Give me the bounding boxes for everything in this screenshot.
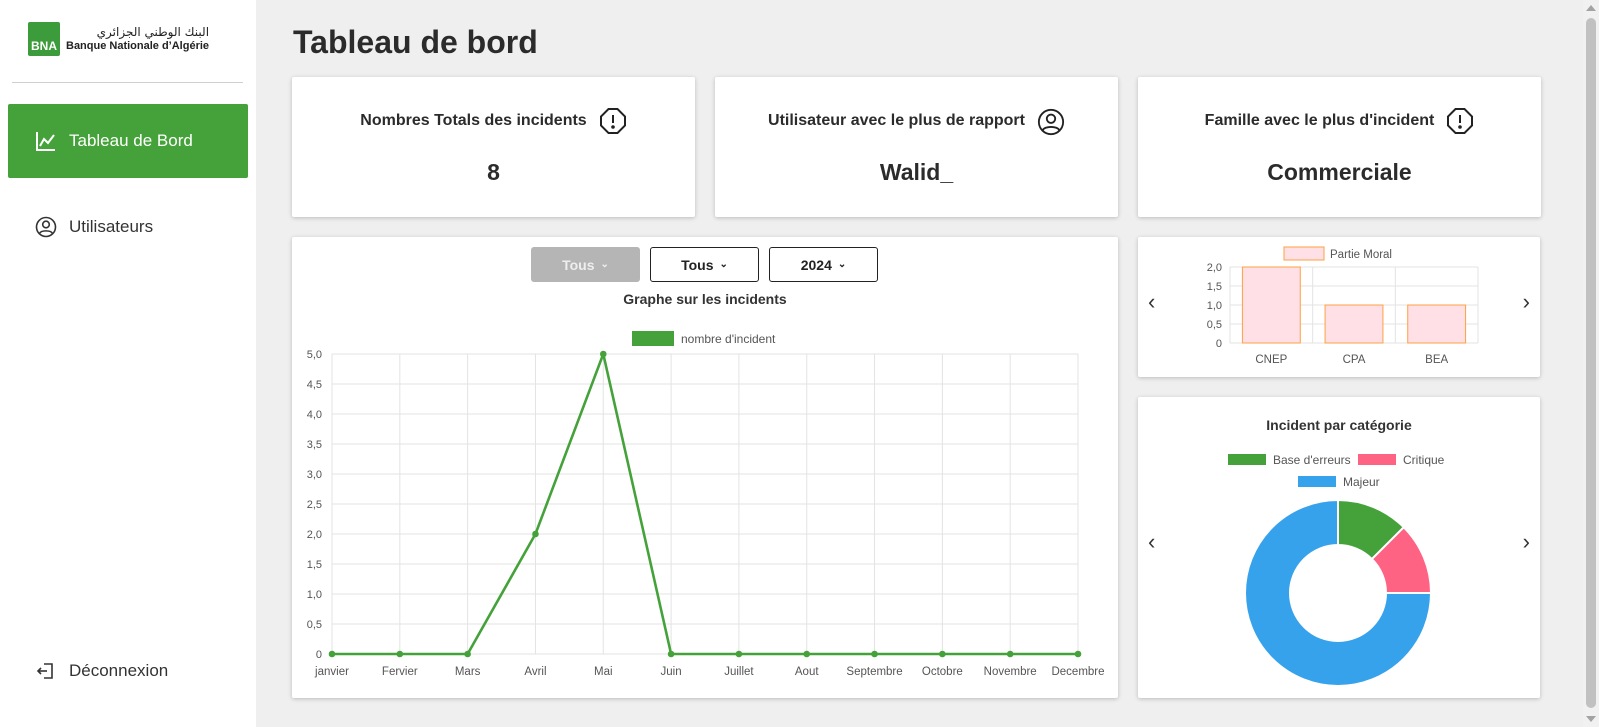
x-tick-label: Juin [661,666,682,678]
y-tick-label: 1,0 [307,589,322,601]
data-point [599,350,607,358]
x-tick-label: Decembre [1051,666,1104,678]
y-tick-label: 1,0 [1207,300,1222,312]
chart-title: Graphe sur les incidents [623,291,787,307]
stat-value: Commerciale [1267,159,1412,185]
legend-swatch [1283,246,1325,261]
y-tick-label: 0 [316,649,322,661]
scroll-thumb[interactable] [1586,18,1596,708]
data-point [939,650,946,658]
sidebar-item-label: Tableau de Bord [69,131,193,150]
y-tick-label: 3,0 [307,469,322,481]
sidebar-item-dashboard[interactable]: Tableau de Bord [8,104,248,178]
chart-title: Incident par catégorie [1266,417,1412,433]
sidebar-item-users[interactable]: Utilisateurs [8,190,248,264]
stat-card-total-incidents: Nombres Totals des incidents 8 [292,77,695,217]
logout-label: Déconnexion [69,661,169,680]
stat-value: 8 [487,159,500,185]
scroll-up-arrow[interactable] [1586,5,1596,11]
data-point [532,530,539,538]
logo-badge: BNA [28,22,60,56]
y-tick-label: 2,0 [1207,262,1222,274]
page-title: Tableau de bord [293,24,538,60]
x-tick-label: Mai [594,666,613,678]
x-tick-label: Novembre [984,666,1037,678]
bar-chart: Partie Moral 0 0,5 1,0 1,5 2,0 CNEP CPA BEA [1207,246,1479,366]
y-tick-label: 2,0 [307,529,322,541]
data-point [667,650,675,658]
stat-value: Walid_ [879,159,954,185]
y-tick-label: 3,5 [307,439,322,451]
legend-label: nombre d'incident [681,332,776,346]
incident-line-chart-card: Tous ⌄ Tous ⌄ 2024 ⌄ Graphe sur les inciden… [292,237,1118,698]
y-tick-label: 0,5 [1207,319,1222,331]
data-point [735,650,743,658]
x-tick-label: Mars [455,666,481,678]
user-circle-icon [1037,107,1065,136]
stat-card-top-family: Famille avec le plus d'incident Commerci… [1138,77,1541,217]
x-tick-label: Avril [524,666,546,678]
y-tick-label: 1,5 [1207,281,1222,293]
x-tick-label: Septembre [846,666,902,678]
logout-icon [35,660,57,682]
legend-swatch [1228,454,1266,465]
legend-swatch [632,331,674,346]
data-point [1006,650,1014,658]
stat-label: Famille avec le plus d'incident [1204,112,1435,129]
line-chart: Graphe sur les incidents nombre d'inciden… [307,291,1105,678]
x-tick-label: Juillet [724,666,754,678]
x-tick-label: CPA [1343,354,1366,366]
y-tick-label: 4,0 [307,409,322,421]
y-tick-label: 0,5 [307,619,322,631]
x-tick-label: Octobre [922,666,963,678]
user-circle-icon [35,216,57,238]
sidebar-item-label: Utilisateurs [69,217,154,236]
x-tick-label: Aout [795,666,819,678]
legend-swatch [1298,476,1336,487]
logo-french-text: Banque Nationale d’Algérie [66,39,210,52]
data-point [464,650,471,658]
data-point [1074,650,1082,658]
y-tick-label: 2,5 [307,499,322,511]
legend-swatch [1358,454,1396,465]
x-tick-label: CNEP [1255,354,1287,366]
y-tick-label: 1,5 [307,559,322,571]
alert-circle-icon [1446,107,1474,135]
legend-label: Partie Moral [1330,249,1392,261]
bna-logo: BNA البنك الوطني الجزائري Banque Nationa… [28,22,209,56]
data-point [396,650,404,658]
logo-arabic-text: البنك الوطني الجزائري [96,25,210,40]
alert-circle-icon [599,107,627,135]
stat-label: Utilisateur avec le plus de rapport [768,112,1025,129]
doughnut-chart: Incident par catégorie Base d'erreurs Crit… [1228,417,1445,687]
data-point [871,650,878,658]
legend-label: Majeur [1343,475,1380,489]
scroll-down-arrow[interactable] [1586,716,1596,722]
legend-label: Critique [1403,453,1445,467]
x-tick-label: janvier [314,666,349,678]
category-doughnut-card: ‹ › Incident par catégorie Base d'erreurs… [1138,397,1540,698]
chart-line-icon [35,130,57,152]
logout-button[interactable]: Déconnexion [8,634,248,708]
legend-label: Base d'erreurs [1273,453,1351,467]
bar-chart-card: ‹ › Partie Moral 0 0,5 1,0 1,5 2,0 CNEP CPA BEA [1138,237,1540,377]
bar [1324,304,1384,344]
x-tick-label: Fervier [382,666,418,678]
sidebar: BNA البنك الوطني الجزائري Banque Nationa… [0,0,256,727]
data-point [803,650,811,658]
data-point [328,650,336,658]
bar [1407,304,1467,344]
y-tick-label: 0 [1216,338,1222,350]
bar [1241,266,1301,344]
stat-card-top-user: Utilisateur avec le plus de rapport Wali… [715,77,1118,217]
x-tick-label: BEA [1425,354,1448,366]
y-tick-label: 4,5 [307,379,322,391]
y-tick-label: 5,0 [307,349,322,361]
stat-label: Nombres Totals des incidents [360,112,587,129]
page-scrollbar[interactable] [1583,0,1599,727]
sidebar-divider [12,82,243,83]
